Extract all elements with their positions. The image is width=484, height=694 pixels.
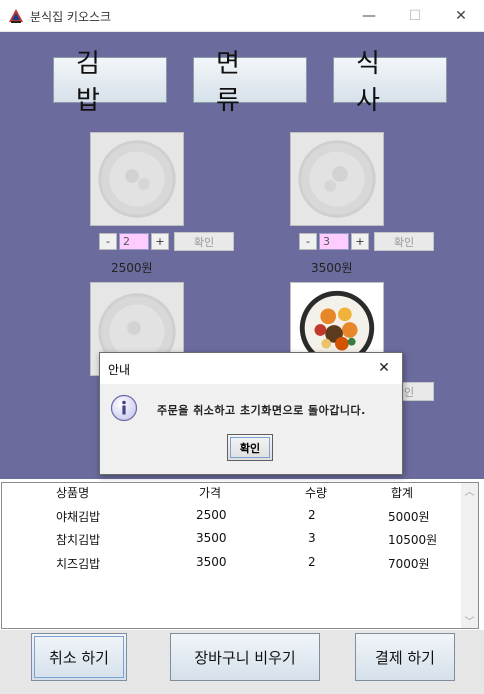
item-2-plus-button[interactable]: +	[351, 233, 369, 250]
scroll-down-arrow-icon[interactable]: ﹀	[464, 615, 475, 628]
dialog-title: 안내	[108, 363, 131, 377]
item-2-confirm-button[interactable]: 확인	[374, 232, 434, 251]
menu-item-1-image[interactable]	[90, 132, 184, 226]
table-row-3-price[interactable]: 3500	[196, 555, 227, 569]
item-2-qty-field[interactable]: 3	[319, 233, 349, 250]
gimbap-faded-icon	[291, 133, 383, 225]
window-title: 분식집 키오스크	[30, 10, 112, 24]
menu-item-2-image[interactable]	[290, 132, 384, 226]
column-header-product: 상품명	[56, 486, 90, 500]
gimbap-faded-icon	[91, 133, 183, 225]
table-row-2-total[interactable]: 10500원	[388, 531, 437, 548]
item-1-confirm-button[interactable]: 확인	[174, 232, 234, 251]
table-row-3-product[interactable]: 치즈김밥	[56, 555, 100, 572]
table-row-2-qty[interactable]: 3	[308, 531, 316, 545]
category-gimbap-button[interactable]: 김밥	[53, 49, 167, 116]
maximize-button[interactable]: ☐	[392, 0, 438, 32]
table-row-2-product[interactable]: 참치김밥	[56, 531, 100, 548]
column-header-qty: 수량	[305, 486, 328, 500]
table-row-1-qty[interactable]: 2	[308, 508, 316, 522]
table-row-3-qty[interactable]: 2	[308, 555, 316, 569]
java-app-icon	[8, 8, 24, 24]
table-row-1-price[interactable]: 2500	[196, 508, 227, 522]
scroll-up-arrow-icon[interactable]: ︿	[464, 485, 475, 498]
dialog-title-bar: 안내 ✕	[100, 353, 402, 384]
table-row-1-total[interactable]: 5000원	[388, 508, 430, 525]
table-scrollbar[interactable]: ︿ ﹀	[461, 483, 478, 628]
close-window-button[interactable]: ✕	[438, 0, 484, 32]
minimize-button[interactable]: —	[346, 0, 392, 32]
item-1-qty-field[interactable]: 2	[119, 233, 149, 250]
item-1-price: 2500원	[111, 261, 153, 275]
table-row-2-price[interactable]: 3500	[196, 531, 227, 545]
dialog-message: 주문을 취소하고 초기화면으로 돌아갑니다.	[157, 404, 366, 417]
item-1-plus-button[interactable]: +	[151, 233, 169, 250]
category-noodles-button[interactable]: 면류	[193, 49, 307, 116]
cancel-order-button[interactable]: 취소 하기	[31, 633, 127, 681]
pay-button[interactable]: 결제 하기	[355, 633, 455, 681]
info-icon	[110, 394, 138, 422]
empty-cart-button[interactable]: 장바구니 비우기	[170, 633, 320, 681]
window-title-bar: 분식집 키오스크 — ☐ ✕	[0, 0, 484, 32]
column-header-price: 가격	[199, 486, 222, 500]
item-2-minus-button[interactable]: -	[299, 233, 317, 250]
table-row-1-product[interactable]: 야채김밥	[56, 508, 100, 525]
category-meals-button[interactable]: 식사	[333, 49, 447, 116]
table-row-3-total[interactable]: 7000원	[388, 555, 430, 572]
info-dialog: 안내 ✕ 주문을 취소하고 초기화면으로 돌아갑니다. 확인	[99, 352, 403, 475]
dialog-ok-button[interactable]: 확인	[227, 434, 273, 461]
item-1-minus-button[interactable]: -	[99, 233, 117, 250]
action-bar: 취소 하기 장바구니 비우기 결제 하기	[0, 630, 484, 694]
column-header-total: 합계	[391, 486, 414, 500]
dialog-close-button[interactable]: ✕	[374, 358, 394, 378]
item-2-price: 3500원	[311, 261, 353, 275]
order-table[interactable]: 상품명 가격 수량 합계 야채김밥 2500 2 5000원 참치김밥 3500…	[1, 482, 479, 629]
